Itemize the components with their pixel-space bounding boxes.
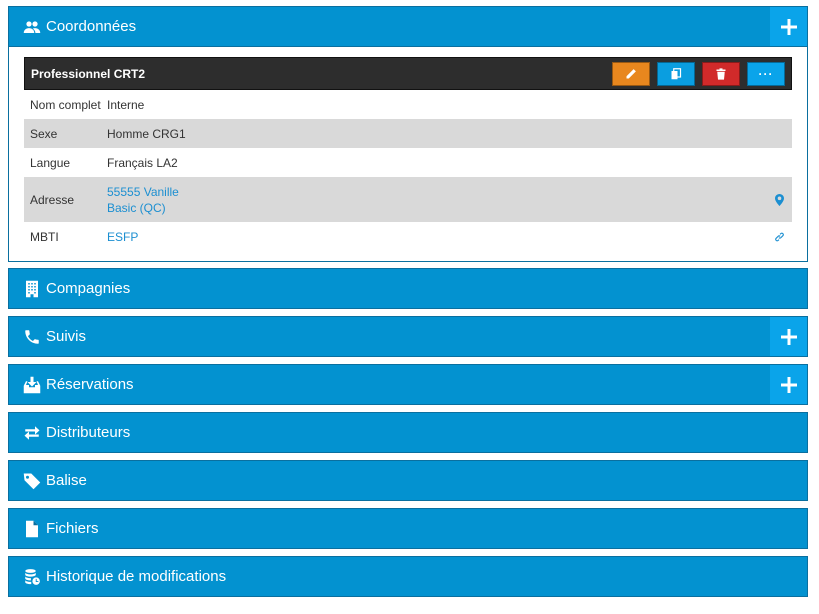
mbti-link[interactable]: ESFP: [107, 222, 792, 251]
panel-title-fichiers: Fichiers: [46, 520, 99, 537]
field-value: Français LA2: [107, 155, 178, 170]
pencil-icon: [626, 69, 636, 79]
panel-header-compagnies[interactable]: Compagnies: [8, 268, 808, 309]
panel-header-fichiers[interactable]: Fichiers: [8, 508, 808, 549]
panel-balise: Balise: [8, 460, 808, 501]
record-actions: ···: [605, 62, 785, 86]
address-line-1: 55555 Vanille: [107, 184, 179, 199]
plus-icon: [780, 376, 797, 393]
exchange-arrows-icon: [22, 423, 42, 443]
trash-icon: [716, 68, 726, 80]
panel-header-distributeurs[interactable]: Distributeurs: [8, 412, 808, 453]
field-row-sexe: Sexe Homme CRG1: [24, 119, 792, 148]
inbox-download-icon: [22, 375, 42, 395]
panel-reservations: Réservations: [8, 364, 808, 405]
panel-fichiers: Fichiers: [8, 508, 808, 549]
field-value: Homme CRG1: [107, 126, 186, 141]
panel-suivis: Suivis: [8, 316, 808, 357]
field-label: Langue: [30, 155, 71, 170]
panel-title-balise: Balise: [46, 472, 87, 489]
history-icon: [22, 567, 42, 587]
address-link[interactable]: 55555 Vanille Basic (QC): [107, 177, 792, 222]
users-icon: [22, 17, 42, 37]
add-suivi-button[interactable]: [770, 317, 807, 356]
panel-header-reservations[interactable]: Réservations: [8, 364, 808, 405]
panel-title-historique: Historique de modifications: [46, 568, 227, 585]
panel-title-reservations: Réservations: [46, 376, 134, 393]
field-row-mbti: MBTI ESFP: [24, 222, 792, 251]
plus-icon: [780, 328, 797, 345]
field-row-adresse: Adresse 55555 Vanille Basic (QC): [24, 177, 792, 222]
panel-header-balise[interactable]: Balise: [8, 460, 808, 501]
add-reservation-button[interactable]: [770, 365, 807, 404]
record-title: Professionnel CRT2: [31, 66, 146, 81]
address-line-2: Basic (QC): [107, 200, 166, 215]
link-icon[interactable]: [773, 230, 785, 244]
panel-title-compagnies: Compagnies: [46, 280, 131, 297]
panel-title-distributeurs: Distributeurs: [46, 424, 131, 441]
panel-compagnies: Compagnies: [8, 268, 808, 309]
field-label: MBTI: [30, 229, 59, 244]
panel-title-suivis: Suivis: [46, 328, 87, 345]
copy-icon: [671, 68, 682, 80]
panel-distributeurs: Distributeurs: [8, 412, 808, 453]
field-label: Adresse: [30, 192, 75, 207]
field-value: Interne: [107, 97, 145, 112]
panel-title-coordonnees: Coordonnées: [46, 18, 137, 35]
field-label: Sexe: [30, 126, 58, 141]
record-header: Professionnel CRT2 ···: [24, 57, 792, 90]
field-row-nom-complet: Nom complet Interne: [24, 90, 792, 119]
panel-header-coordonnees[interactable]: Coordonnées: [8, 6, 808, 47]
copy-button[interactable]: [657, 62, 695, 86]
field-row-langue: Langue Français LA2: [24, 148, 792, 177]
map-marker-icon[interactable]: [773, 193, 785, 207]
more-button[interactable]: ···: [747, 62, 785, 86]
panel-header-suivis[interactable]: Suivis: [8, 316, 808, 357]
record-fields: Nom complet Interne Sexe Homme CRG1 Lang…: [24, 90, 792, 251]
file-icon: [22, 519, 42, 539]
add-coordonnees-button[interactable]: [770, 7, 807, 46]
tag-icon: [22, 471, 42, 491]
field-label: Nom complet: [30, 97, 101, 112]
plus-icon: [780, 18, 797, 35]
edit-button[interactable]: [612, 62, 650, 86]
panel-body-coordonnees: Professionnel CRT2 ··· Nom complet Inter…: [8, 47, 808, 262]
building-icon: [22, 279, 42, 299]
panel-coordonnees: Coordonnées Professionnel CRT2 ··· Nom c…: [8, 6, 808, 262]
panel-historique: Historique de modifications: [8, 556, 808, 597]
phone-icon: [22, 327, 42, 347]
delete-button[interactable]: [702, 62, 740, 86]
panel-header-historique[interactable]: Historique de modifications: [8, 556, 808, 597]
